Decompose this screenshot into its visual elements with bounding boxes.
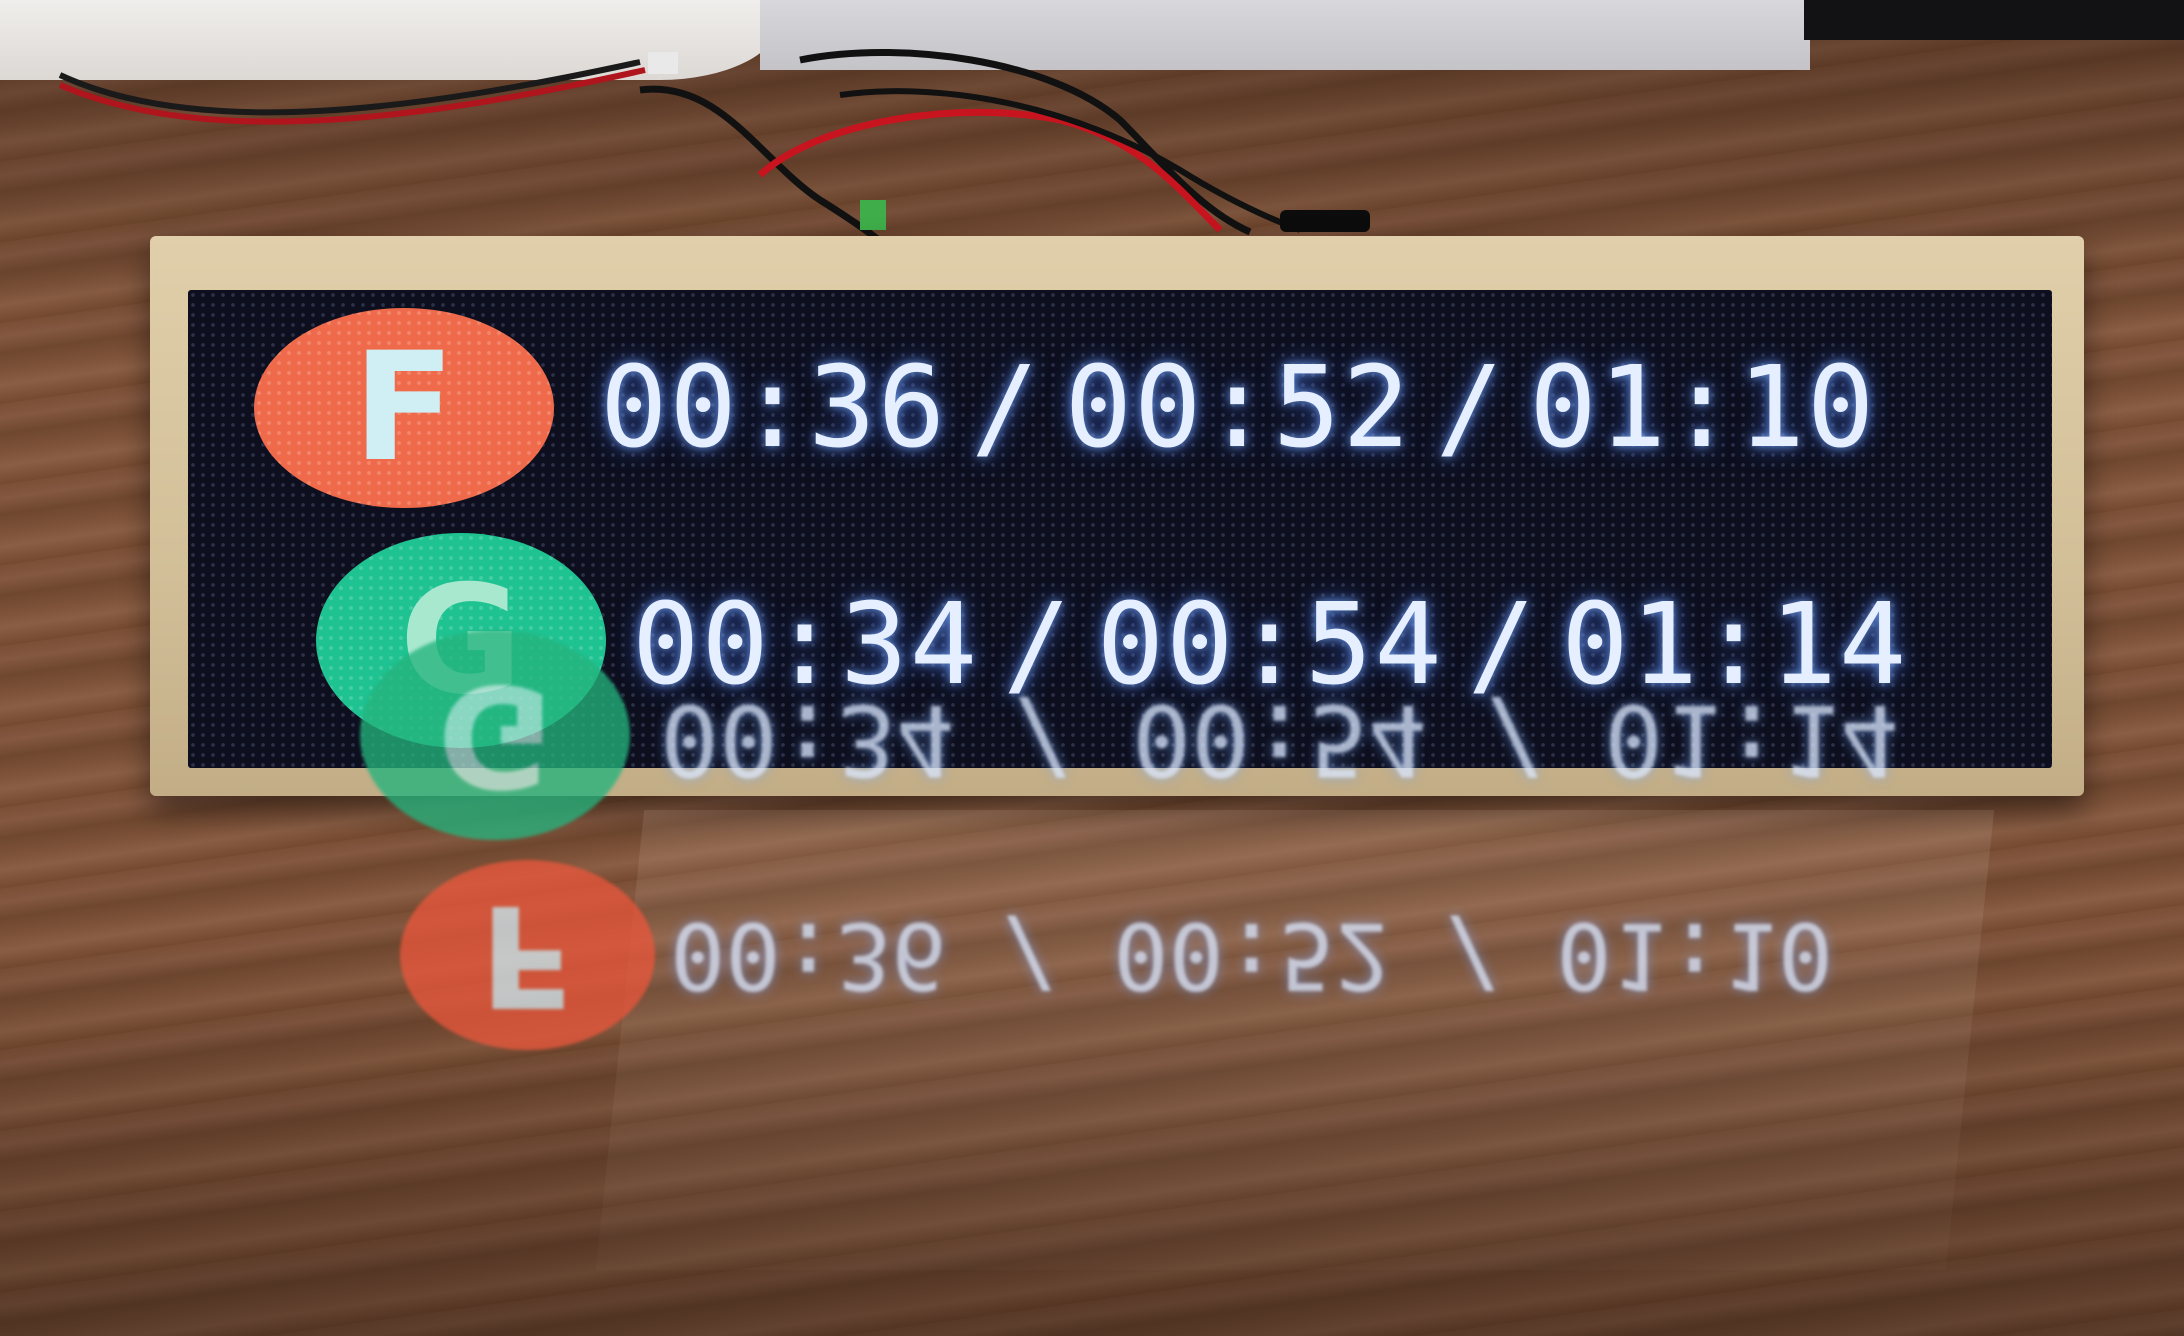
arrival-time-3: 01:10 xyxy=(1529,343,1877,473)
arrival-times: 00:36/00:52/01:10 xyxy=(600,338,1876,478)
power-cables xyxy=(58,49,1370,253)
time-separator: / xyxy=(1435,343,1506,473)
reflected-bullet-f: F xyxy=(400,860,655,1050)
route-letter: F xyxy=(352,321,456,495)
time-separator: / xyxy=(1445,902,1501,1009)
arrival-times: 00:34/00:54/01:14 xyxy=(632,575,1908,715)
time-separator: / xyxy=(1003,580,1073,710)
photo-scene: F 00:36/00:52/01:10 G 00:34/00:54/01:14 … xyxy=(0,0,2184,1336)
route-letter: G xyxy=(399,553,523,728)
time-separator: / xyxy=(971,343,1041,473)
time-separator: / xyxy=(1002,902,1058,1009)
arrival-row-f: F 00:36/00:52/01:10 xyxy=(188,308,2052,508)
led-matrix-panel: F 00:36/00:52/01:10 G 00:34/00:54/01:14 xyxy=(188,290,2052,768)
reflected-times: 00:36 / 00:52 / 01:10 xyxy=(670,890,1833,1020)
reflected-time-1: 00:36 xyxy=(670,902,947,1009)
route-bullet-g: G xyxy=(316,533,606,748)
route-letter: F xyxy=(479,873,576,1037)
time-separator: / xyxy=(1467,580,1538,710)
arrival-time-2: 00:52 xyxy=(1064,343,1412,473)
reflected-time-2: 00:52 xyxy=(1113,902,1391,1009)
surface-glare xyxy=(595,810,1995,1270)
barrel-connector xyxy=(1280,210,1370,232)
arrival-row-g: G 00:34/00:54/01:14 xyxy=(188,533,2052,748)
reflected-time-3: 01:10 xyxy=(1556,902,1834,1009)
jst-connector xyxy=(648,52,678,74)
arrival-time-2: 00:54 xyxy=(1096,580,1444,710)
arrival-time-3: 01:14 xyxy=(1561,580,1909,710)
route-bullet-f: F xyxy=(254,308,554,508)
arrival-time-1: 00:34 xyxy=(632,580,980,710)
arrival-time-1: 00:36 xyxy=(600,343,948,473)
connector-green xyxy=(860,200,886,230)
